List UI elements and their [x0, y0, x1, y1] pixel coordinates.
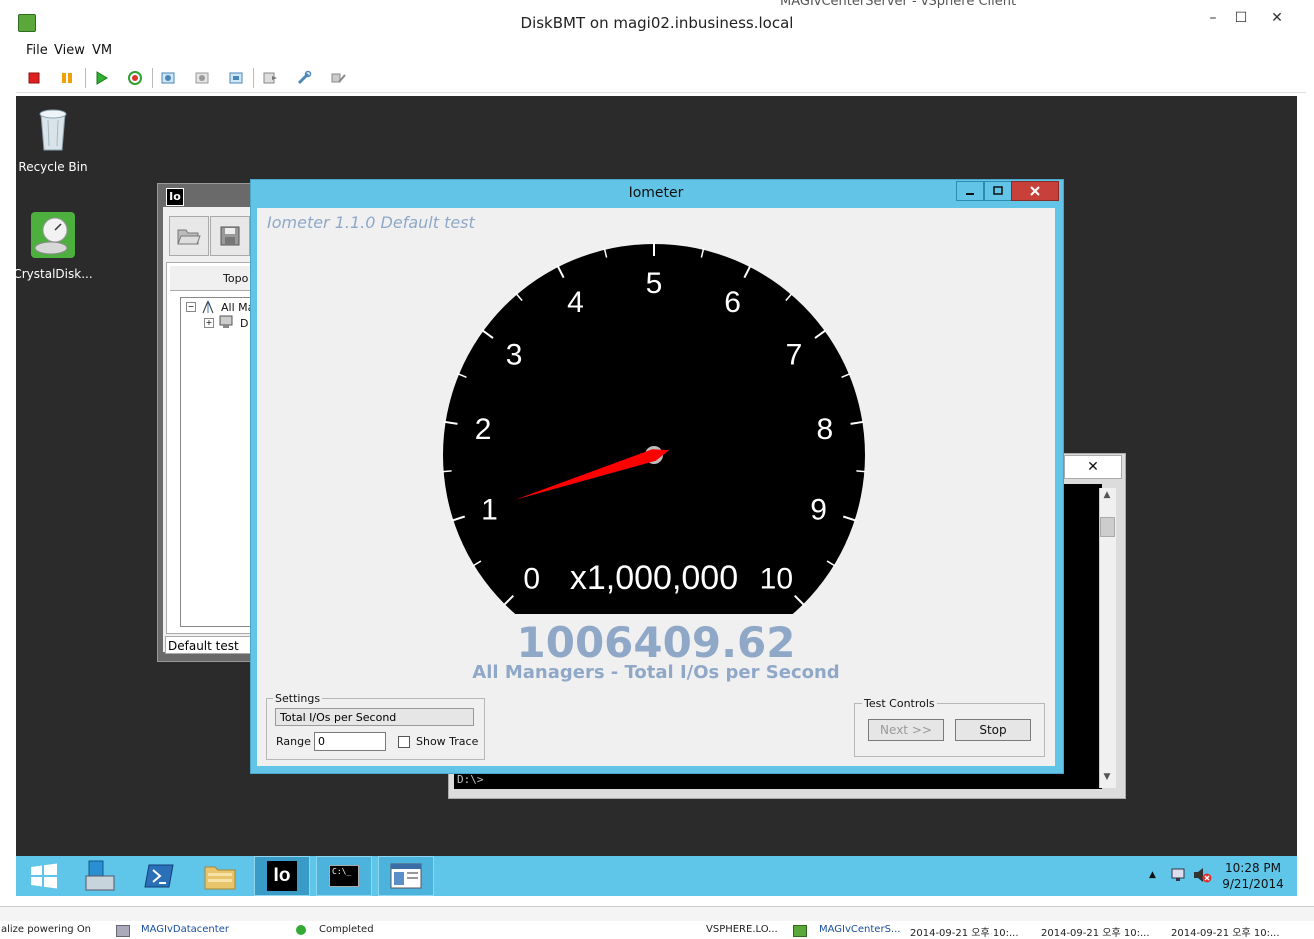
start-button[interactable]	[16, 856, 72, 896]
windows-logo-icon	[31, 863, 57, 889]
taskbar-powershell[interactable]	[131, 856, 187, 896]
taskbar-window-app[interactable]	[378, 856, 434, 896]
network-icon[interactable]	[1169, 867, 1187, 886]
taskbar-server-manager[interactable]	[72, 856, 128, 896]
gauge-tick-label: 1	[481, 493, 498, 526]
gauge-tick-label: 3	[506, 338, 523, 371]
gauge-tick-label: 8	[817, 413, 834, 446]
folder-icon	[204, 866, 236, 890]
show-hidden-icons[interactable]: ▲	[1149, 870, 1156, 880]
volume-muted-icon[interactable]	[1192, 866, 1212, 887]
recent-task-target[interactable]: MAGIvDatacenter	[141, 924, 229, 935]
gauge-multiplier: x1,000,000	[570, 559, 738, 597]
gauge-tick-label: 10	[760, 562, 793, 595]
application-window-icon	[390, 863, 422, 889]
speedometer-gauge: 0 1 2 3 4 5 6 7 8 9 10 x1,000,000	[441, 242, 867, 614]
iometer-taskbar-icon: Io	[267, 861, 297, 891]
gauge-tick-label: 5	[646, 267, 663, 300]
gauge-tick-label: 0	[523, 562, 540, 595]
clock-time[interactable]: 10:28 PM	[1218, 861, 1288, 875]
server-manager-icon	[85, 860, 115, 891]
recent-task-status: Completed	[319, 924, 374, 935]
range-input[interactable]	[314, 732, 386, 751]
range-label: Range	[276, 735, 311, 748]
gauge-tick-label: 2	[475, 413, 492, 446]
gauge-tick	[856, 470, 867, 473]
taskbar-iometer[interactable]: Io	[254, 856, 310, 896]
settings-legend: Settings	[273, 692, 323, 705]
powershell-icon	[144, 864, 174, 888]
datacenter-icon	[116, 925, 130, 937]
vcenter-icon	[793, 925, 807, 937]
gauge-tick-label: 6	[724, 286, 741, 319]
recent-task-name: alize powering On	[1, 924, 92, 935]
vsphere-bottom-bar	[0, 906, 1314, 921]
metric-selector[interactable]: Total I/Os per Second	[275, 708, 474, 726]
recent-task-completed: 2014-09-21 오후 10:...	[1171, 928, 1280, 939]
recent-task-requested: 2014-09-21 오후 10:...	[910, 928, 1019, 939]
test-controls-legend: Test Controls	[862, 697, 937, 710]
gauge-tick-label: 9	[810, 493, 827, 526]
clock-date[interactable]: 9/21/2014	[1218, 877, 1288, 891]
recent-task-vcenter[interactable]: MAGIvCenterS...	[819, 924, 900, 935]
completed-icon	[296, 925, 306, 935]
show-trace-label: Show Trace	[416, 735, 479, 748]
reading-label: All Managers - Total I/Os per Second	[472, 662, 840, 683]
next-button[interactable]: Next >>	[868, 719, 944, 741]
gauge-tick-label: 7	[786, 338, 803, 371]
recent-task-initiator: VSPHERE.LO...	[706, 924, 778, 935]
stop-button[interactable]: Stop	[955, 719, 1031, 741]
show-trace-checkbox[interactable]	[398, 736, 410, 748]
taskbar-command-prompt[interactable]: C:\_	[316, 856, 372, 896]
reading-value: 1006409.62	[516, 618, 796, 667]
gauge-tick-label: 4	[567, 286, 584, 319]
recent-task-start: 2014-09-21 오후 10:...	[1041, 928, 1150, 939]
taskbar-file-explorer[interactable]	[192, 856, 248, 896]
gauge-tick	[441, 470, 452, 473]
cmd-taskbar-icon: C:\_	[329, 865, 359, 887]
